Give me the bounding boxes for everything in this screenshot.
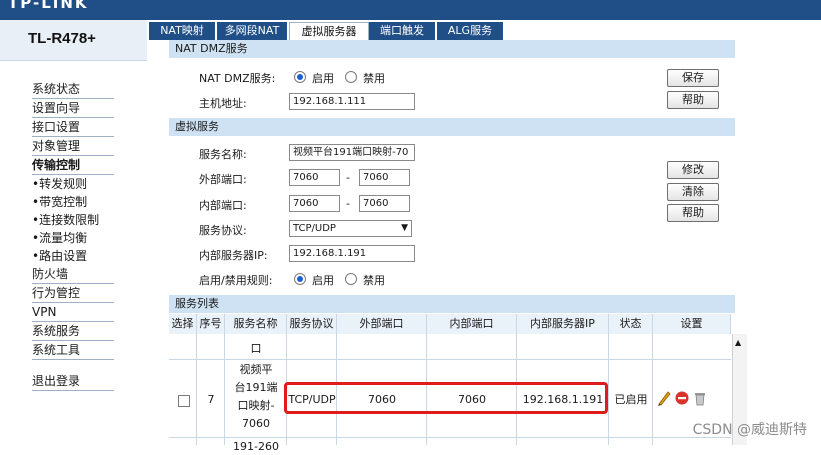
chevron-down-icon: ▼	[401, 223, 408, 233]
main-panel: NAT DMZ服务 NAT DMZ服务: 启用 禁用 主机地址: 192.168…	[149, 40, 821, 453]
scroll-up-icon[interactable]: ▲	[735, 338, 741, 347]
ext-port-label: 外部端口:	[199, 173, 247, 186]
list-section-header: 服务列表	[169, 295, 735, 313]
sidebar-item[interactable]: 系统工具	[32, 341, 114, 360]
service-name-label: 服务名称:	[199, 148, 247, 161]
dmz-host-input[interactable]: 192.168.1.111	[289, 93, 415, 110]
prev-row-name-tail: 口	[250, 342, 262, 355]
model-name: TL-R478+	[28, 30, 96, 47]
column-header: 外部端口	[337, 314, 427, 334]
tab-bar: NAT映射 多网段NAT 虚拟服务器 端口触发 ALG服务	[149, 20, 821, 41]
edit-icon[interactable]	[656, 389, 672, 407]
protocol-select[interactable]: TCP/UDP ▼	[289, 220, 412, 237]
modify-button[interactable]: 修改	[667, 161, 719, 179]
logout-link[interactable]: 退出登录	[32, 372, 114, 391]
ext-port-to-input[interactable]: 7060	[359, 169, 410, 186]
sidebar-item[interactable]: VPN	[32, 303, 114, 322]
column-divider	[652, 334, 653, 445]
int-port-dash: -	[346, 197, 350, 210]
row-name-line: 视频平	[239, 363, 273, 376]
tab-2[interactable]: 虚拟服务器	[289, 22, 369, 41]
dmz-save-button[interactable]: 保存	[667, 69, 719, 87]
column-header: 设置	[653, 314, 731, 334]
protocol-label: 服务协议:	[199, 224, 247, 237]
server-ip-input[interactable]: 192.168.1.191	[289, 245, 415, 262]
sidebar-subitem[interactable]: •连接数限制	[32, 211, 144, 229]
sidebar-subitem[interactable]: •路由设置	[32, 247, 144, 265]
dmz-disable-label: 禁用	[363, 72, 385, 85]
rule-disable-label: 禁用	[363, 274, 385, 287]
sidebar-subitem[interactable]: •流量均衡	[32, 229, 144, 247]
dmz-enable-label: 启用	[312, 72, 334, 85]
row-name-line: 台191端	[234, 381, 278, 394]
sidebar-item[interactable]: 系统服务	[32, 322, 114, 341]
ext-port-dash: -	[346, 171, 350, 184]
protocol-value: TCP/UDP	[293, 223, 336, 234]
row-select-checkbox[interactable]	[178, 395, 190, 407]
sidebar: TL-R478+ 系统状态 设置向导 接口设置 对象管理 传输控制 •转发规则 •带宽控制 •…	[0, 20, 147, 445]
disable-icon[interactable]	[674, 389, 690, 407]
next-row-name-head: 191-260	[233, 440, 279, 453]
virtual-section-header: 虚拟服务	[169, 118, 735, 136]
column-header: 内部服务器IP	[517, 314, 609, 334]
rule-label: 启用/禁用规则:	[199, 274, 273, 287]
rule-enable-radio[interactable]	[294, 273, 306, 285]
dmz-host-label: 主机地址:	[199, 97, 247, 110]
column-header: 状态	[609, 314, 653, 334]
row-status: 已启用	[614, 393, 648, 406]
column-divider	[608, 334, 609, 445]
column-header: 内部端口	[427, 314, 517, 334]
sidebar-item[interactable]: 系统状态	[32, 80, 114, 99]
ext-port-from-input[interactable]: 7060	[289, 169, 340, 186]
tab-3[interactable]: 端口触发	[369, 22, 436, 40]
row-actions	[656, 389, 708, 410]
rule-disable-radio[interactable]	[345, 273, 357, 285]
tab-1[interactable]: 多网段NAT	[217, 22, 288, 40]
int-port-to-input[interactable]: 7060	[359, 195, 410, 212]
model-box: TL-R478+	[0, 20, 147, 61]
sidebar-menu: 系统状态 设置向导 接口设置 对象管理 传输控制 •转发规则 •带宽控制 •连接数限制 •流量均…	[32, 80, 144, 391]
sidebar-item[interactable]: 传输控制	[32, 156, 114, 175]
sidebar-subitem[interactable]: •带宽控制	[32, 193, 144, 211]
int-port-from-input[interactable]: 7060	[289, 195, 340, 212]
sidebar-item[interactable]: 接口设置	[32, 118, 114, 137]
trash-icon[interactable]	[692, 389, 708, 407]
dmz-disable-radio[interactable]	[345, 71, 357, 83]
column-header: 选择	[169, 314, 197, 334]
virtual-help-button[interactable]: 帮助	[667, 204, 719, 222]
column-divider	[196, 334, 197, 445]
brand-logo: TP-LINK	[8, 0, 89, 12]
sidebar-subitem[interactable]: •转发规则	[32, 175, 144, 193]
row-name-line: 7060	[242, 417, 270, 430]
tab-0[interactable]: NAT映射	[149, 22, 216, 40]
clear-button[interactable]: 清除	[667, 183, 719, 201]
sidebar-item[interactable]: 对象管理	[32, 137, 114, 156]
column-header: 序号	[197, 314, 225, 334]
column-header: 服务协议	[287, 314, 337, 334]
row-name-line: 口映射-	[237, 399, 275, 412]
watermark: CSDN @威迪斯特	[692, 422, 807, 438]
dmz-help-button[interactable]: 帮助	[667, 91, 719, 109]
server-ip-label: 内部服务器IP:	[199, 249, 268, 262]
row-divider	[169, 359, 731, 360]
tab-4[interactable]: ALG服务	[437, 22, 504, 40]
dmz-service-label: NAT DMZ服务:	[199, 72, 276, 85]
dmz-enable-radio[interactable]	[294, 71, 306, 83]
sidebar-item[interactable]: 防火墙	[32, 265, 114, 284]
int-port-label: 内部端口:	[199, 199, 247, 212]
rule-enable-label: 启用	[312, 274, 334, 287]
sidebar-item[interactable]: 行为管控	[32, 284, 114, 303]
service-name-input[interactable]: 视频平台191端口映射-70	[289, 144, 415, 161]
highlight-box	[284, 382, 608, 414]
top-banner: TP-LINK	[0, 0, 821, 20]
dmz-section-header: NAT DMZ服务	[169, 40, 735, 58]
sidebar-item[interactable]: 设置向导	[32, 99, 114, 118]
row-index: 7	[207, 393, 215, 406]
column-header: 服务名称	[225, 314, 287, 334]
